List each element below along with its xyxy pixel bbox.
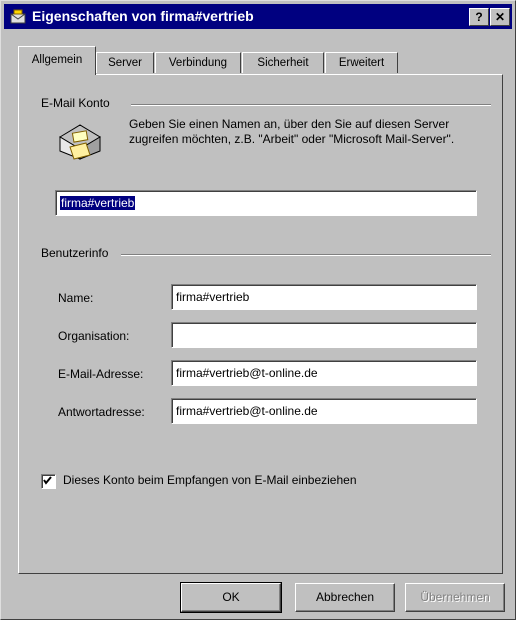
group-label-benutzerinfo: Benutzerinfo	[41, 246, 115, 260]
group-divider	[121, 254, 491, 256]
organisation-label: Organisation:	[58, 329, 130, 343]
ok-button[interactable]: OK	[180, 582, 282, 613]
account-name-input[interactable]: firma#vertrieb	[55, 190, 477, 216]
close-button[interactable]: ✕	[490, 8, 510, 26]
tab-erweitert[interactable]: Erweitert	[325, 52, 398, 73]
apply-button[interactable]: Übernehmen	[405, 583, 505, 612]
help-button[interactable]: ?	[469, 8, 489, 26]
properties-dialog: Eigenschaften von firma#vertrieb ? ✕ All…	[0, 0, 516, 620]
account-description: Geben Sie einen Namen an, über den Sie a…	[129, 117, 455, 146]
email-address-input[interactable]: firma#vertrieb@t-online.de	[171, 360, 477, 386]
tab-verbindung[interactable]: Verbindung	[155, 52, 241, 73]
tab-server[interactable]: Server	[96, 52, 154, 73]
group-label-email-konto: E-Mail Konto	[41, 96, 116, 110]
reply-address-label: Antwortadresse:	[58, 405, 145, 419]
mail-account-icon	[10, 9, 26, 25]
title-bar[interactable]: Eigenschaften von firma#vertrieb ? ✕	[4, 4, 512, 29]
email-address-label: E-Mail-Adresse:	[58, 367, 144, 381]
reply-address-input[interactable]: firma#vertrieb@t-online.de	[171, 398, 477, 424]
name-input[interactable]: firma#vertrieb	[171, 284, 477, 310]
organisation-input[interactable]	[171, 322, 477, 348]
window-title: Eigenschaften von firma#vertrieb	[32, 8, 254, 24]
tab-sicherheit[interactable]: Sicherheit	[242, 52, 324, 73]
cancel-button[interactable]: Abbrechen	[295, 583, 395, 612]
include-account-label[interactable]: Dieses Konto beim Empfangen von E-Mail e…	[63, 473, 357, 487]
account-name-selected-text: firma#vertrieb	[60, 196, 136, 210]
group-divider	[131, 104, 491, 106]
checkmark-icon	[43, 476, 52, 485]
name-label: Name:	[58, 291, 94, 305]
include-account-checkbox[interactable]	[41, 474, 56, 489]
tab-allgemein[interactable]: Allgemein	[18, 46, 96, 75]
email-envelope-icon	[56, 121, 104, 161]
